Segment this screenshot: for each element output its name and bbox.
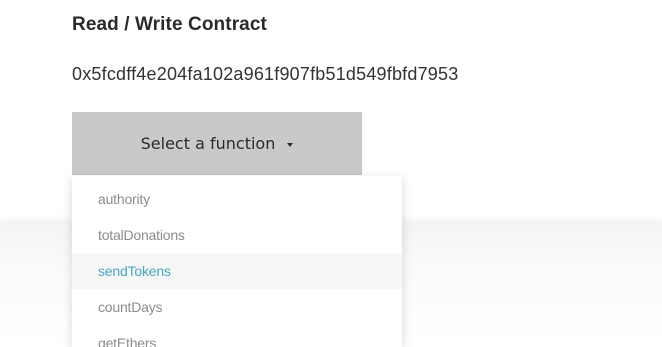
- dropdown-item-getEthers[interactable]: getEthers: [72, 325, 402, 347]
- select-function-button[interactable]: Select a function: [72, 112, 362, 175]
- caret-down-icon: [287, 142, 294, 147]
- section-title: Read / Write Contract: [72, 14, 267, 35]
- dropdown-item-sendTokens[interactable]: sendTokens: [72, 253, 402, 289]
- contract-address: 0x5fcdff4e204fa102a961f907fb51d549fbfd79…: [72, 64, 459, 84]
- dropdown-item-authority[interactable]: authority: [72, 181, 402, 217]
- function-dropdown-menu: authority totalDonations sendTokens coun…: [72, 176, 402, 347]
- dropdown-item-countDays[interactable]: countDays: [72, 289, 402, 325]
- contract-page: Read / Write Contract 0x5fcdff4e204fa102…: [0, 0, 662, 347]
- dropdown-item-totalDonations[interactable]: totalDonations: [72, 217, 402, 253]
- select-function-label: Select a function: [140, 134, 276, 153]
